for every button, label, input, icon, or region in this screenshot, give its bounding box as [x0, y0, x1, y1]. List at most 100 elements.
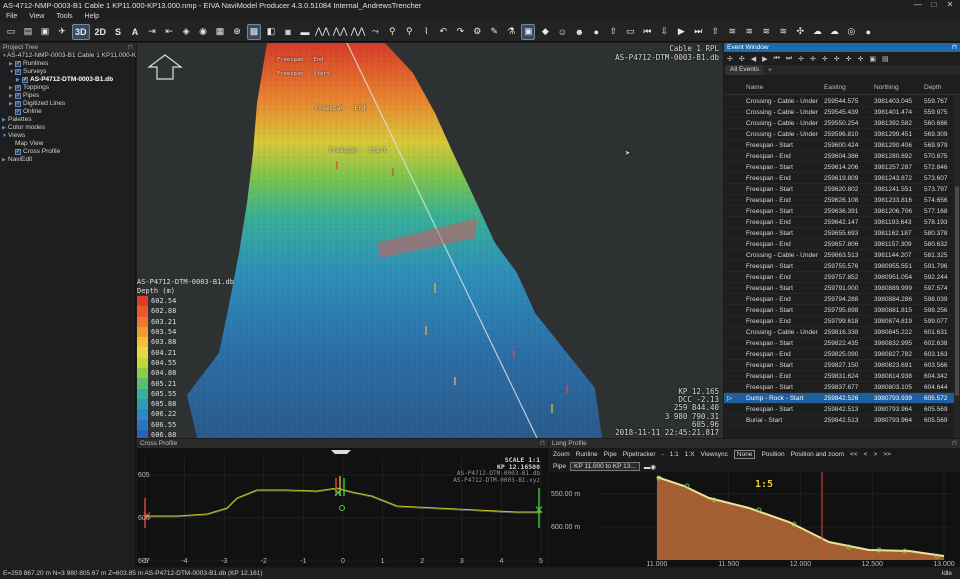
view-s-button[interactable]: S — [111, 24, 125, 40]
pin-icon[interactable]: ⊓ — [128, 43, 133, 52]
event-tool-b-icon[interactable]: ✛ — [810, 55, 816, 63]
event-scrollbar[interactable] — [954, 96, 960, 438]
menu-help[interactable]: Help — [85, 13, 99, 20]
minimize-button[interactable]: — — [910, 0, 926, 9]
event-settings-icon[interactable]: ▣ — [869, 55, 876, 63]
prev-event-icon[interactable]: ◀ — [751, 55, 756, 63]
table-row[interactable]: Crossing - Cable - Under 259596.810 398129… — [724, 129, 954, 140]
long-tool-button[interactable]: Position — [761, 451, 784, 458]
visibility-checkbox[interactable] — [15, 149, 21, 155]
table-row[interactable]: Crossing - Cable - Under 259544.575 398140… — [724, 96, 954, 107]
save-icon[interactable]: ▣ — [38, 24, 52, 40]
tool-c-icon[interactable]: ≋ — [759, 24, 773, 40]
tree-item[interactable]: ▼Surveys — [0, 68, 136, 76]
table-row[interactable]: Freespan - End 259619.809 3981243.872 573.6… — [724, 173, 954, 184]
tree-item[interactable]: ▶Pipes — [0, 92, 136, 100]
table-row[interactable]: Freespan - Start 259614.206 3981257.287 572… — [724, 162, 954, 173]
menu-file[interactable]: File — [6, 13, 17, 20]
long-tool-button[interactable]: < — [864, 451, 868, 458]
tab-all-events[interactable]: All Events — [726, 65, 763, 75]
terrain-b-icon[interactable]: ⋀⋀ — [333, 24, 348, 40]
point-icon[interactable]: ● — [861, 24, 875, 40]
column-header-name[interactable]: Name — [746, 84, 824, 91]
first-event-icon[interactable]: ⏮ — [774, 55, 780, 63]
long-tool-button[interactable]: None — [733, 450, 756, 459]
table-row[interactable]: Crossing - Cable - Under 259550.254 398139… — [724, 118, 954, 129]
globe-icon[interactable]: ⊕ — [230, 24, 244, 40]
table-row[interactable]: Crossing - Cable - Under 259816.338 398084… — [724, 327, 954, 338]
table-row[interactable]: Freespan - Start 259791.000 3980889.999 597… — [724, 283, 954, 294]
table-row[interactable]: Freespan - End 259831.624 3980814.938 604.3… — [724, 371, 954, 382]
column-header-easting[interactable]: Easting — [824, 84, 874, 91]
terrain-c-icon[interactable]: ⋀⋀ — [351, 24, 366, 40]
long-tool-button[interactable]: << — [850, 451, 858, 458]
cross-profile-plot[interactable]: ✕ ✕ ✕ -5 -4 -3 -2 -1 0 1 2 3 4 5605606607 — [137, 448, 548, 567]
tool-d-icon[interactable]: ≋ — [776, 24, 790, 40]
step-up-icon[interactable]: ⇧ — [708, 24, 722, 40]
tree-item[interactable]: ▼AS-4712-NMP-0003-B1 Cable 1 KP11.000-KP… — [0, 52, 136, 60]
tree-item[interactable]: Online — [0, 108, 136, 116]
menu-tools[interactable]: Tools — [56, 13, 72, 20]
tree-item[interactable]: ▶ Color modes — [0, 124, 136, 132]
select-icon[interactable]: ◎ — [844, 24, 858, 40]
tree-item[interactable]: Cross Profile — [0, 148, 136, 156]
table-row[interactable]: Freespan - End 259626.108 3981233.816 574.6… — [724, 195, 954, 206]
long-tool-button[interactable]: Pipe — [604, 451, 617, 458]
palette-icon[interactable]: ◉ — [196, 24, 210, 40]
table-row[interactable]: Freespan - End 259757.852 3980951.054 592.2… — [724, 272, 954, 283]
open-project-icon[interactable]: ▤ — [21, 24, 35, 40]
event-export-icon[interactable]: ▤ — [882, 55, 889, 63]
long-tool-button[interactable]: 1:X — [685, 451, 695, 458]
long-tool-button[interactable]: Zoom — [553, 451, 570, 458]
step-down-icon[interactable]: ⇩ — [657, 24, 671, 40]
visibility-checkbox[interactable] — [22, 77, 28, 83]
visibility-checkbox[interactable] — [15, 85, 21, 91]
new-project-icon[interactable]: ▭ — [4, 24, 18, 40]
visibility-checkbox[interactable] — [15, 61, 21, 67]
long-tool-button[interactable]: >> — [883, 451, 891, 458]
long-tool-button[interactable]: - — [662, 451, 664, 458]
table-row[interactable]: Crossing - Cable - Under 259663.513 398114… — [724, 250, 954, 261]
table-row[interactable]: Freespan - Start 259827.150 3980823.691 603… — [724, 360, 954, 371]
event-tool-e-icon[interactable]: ✛ — [846, 55, 852, 63]
pin-add-icon[interactable]: ⚲ — [402, 24, 416, 40]
scroll-thumb[interactable] — [955, 186, 959, 396]
polyline-icon[interactable]: ⌇ — [419, 24, 433, 40]
table-row[interactable]: Freespan - Start 259620.802 3981241.551 573… — [724, 184, 954, 195]
visibility-checkbox[interactable] — [15, 101, 21, 107]
long-tool-button[interactable]: Pipetracker — [623, 451, 656, 458]
event-tool-a-icon[interactable]: ✛ — [798, 55, 804, 63]
event-tool-c-icon[interactable]: ✛ — [822, 55, 828, 63]
route-icon[interactable]: ⤳ — [368, 24, 382, 40]
view-a-button[interactable]: A — [128, 24, 142, 40]
table-row[interactable]: Freespan - End 259642.147 3981193.643 578.1… — [724, 217, 954, 228]
next-event-icon[interactable]: ▶ — [762, 55, 767, 63]
layers-icon[interactable]: ◈ — [179, 24, 193, 40]
filter-icon[interactable]: ⚗ — [504, 24, 518, 40]
pipe-select[interactable]: KP 11.000 to KP 13... — [570, 462, 640, 471]
table-row[interactable]: Freespan - End 259604.386 3981280.692 570.8… — [724, 151, 954, 162]
long-tool-button[interactable]: 1:1 — [670, 451, 679, 458]
window-icon[interactable]: ▣ — [521, 23, 536, 40]
import-icon[interactable]: ⇥ — [145, 24, 159, 40]
tree-item[interactable]: Map View — [0, 140, 136, 148]
maximize-button[interactable]: □ — [926, 0, 942, 9]
table-row[interactable]: ▷ Dump - Rock - Start 259842.526 3980793.93… — [724, 393, 954, 404]
pin-icon[interactable]: ⊓ — [952, 43, 957, 52]
smile-alt-icon[interactable]: ☻ — [572, 24, 586, 40]
table-row[interactable]: Freespan - Start 259822.435 3980832.995 602… — [724, 338, 954, 349]
3d-view[interactable]: Cable 1 RPL AS-P4712-DTM-0003-B1.db Free… — [137, 43, 723, 438]
tool-b-icon[interactable]: ≋ — [742, 24, 756, 40]
event-tool-d-icon[interactable]: ✛ — [834, 55, 840, 63]
visibility-checkbox[interactable] — [15, 109, 21, 115]
pin-icon[interactable]: ⊓ — [540, 439, 545, 448]
table-row[interactable]: Freespan - End 259657.806 3981157.309 580.6… — [724, 239, 954, 250]
tree-item[interactable]: ▶ Palettes — [0, 116, 136, 124]
cloud-icon[interactable]: ☁ — [810, 24, 824, 40]
add-event-icon[interactable]: ✢ — [727, 55, 733, 63]
add-tab-button[interactable]: + — [768, 67, 772, 74]
tree-item[interactable]: ▶ NaviEdit — [0, 156, 136, 164]
last-event-icon[interactable]: ⏭ — [786, 55, 792, 63]
table-row[interactable]: Freespan - Start 259795.698 3980881.815 598… — [724, 305, 954, 316]
arrow-up-icon[interactable]: ⇧ — [606, 24, 620, 40]
